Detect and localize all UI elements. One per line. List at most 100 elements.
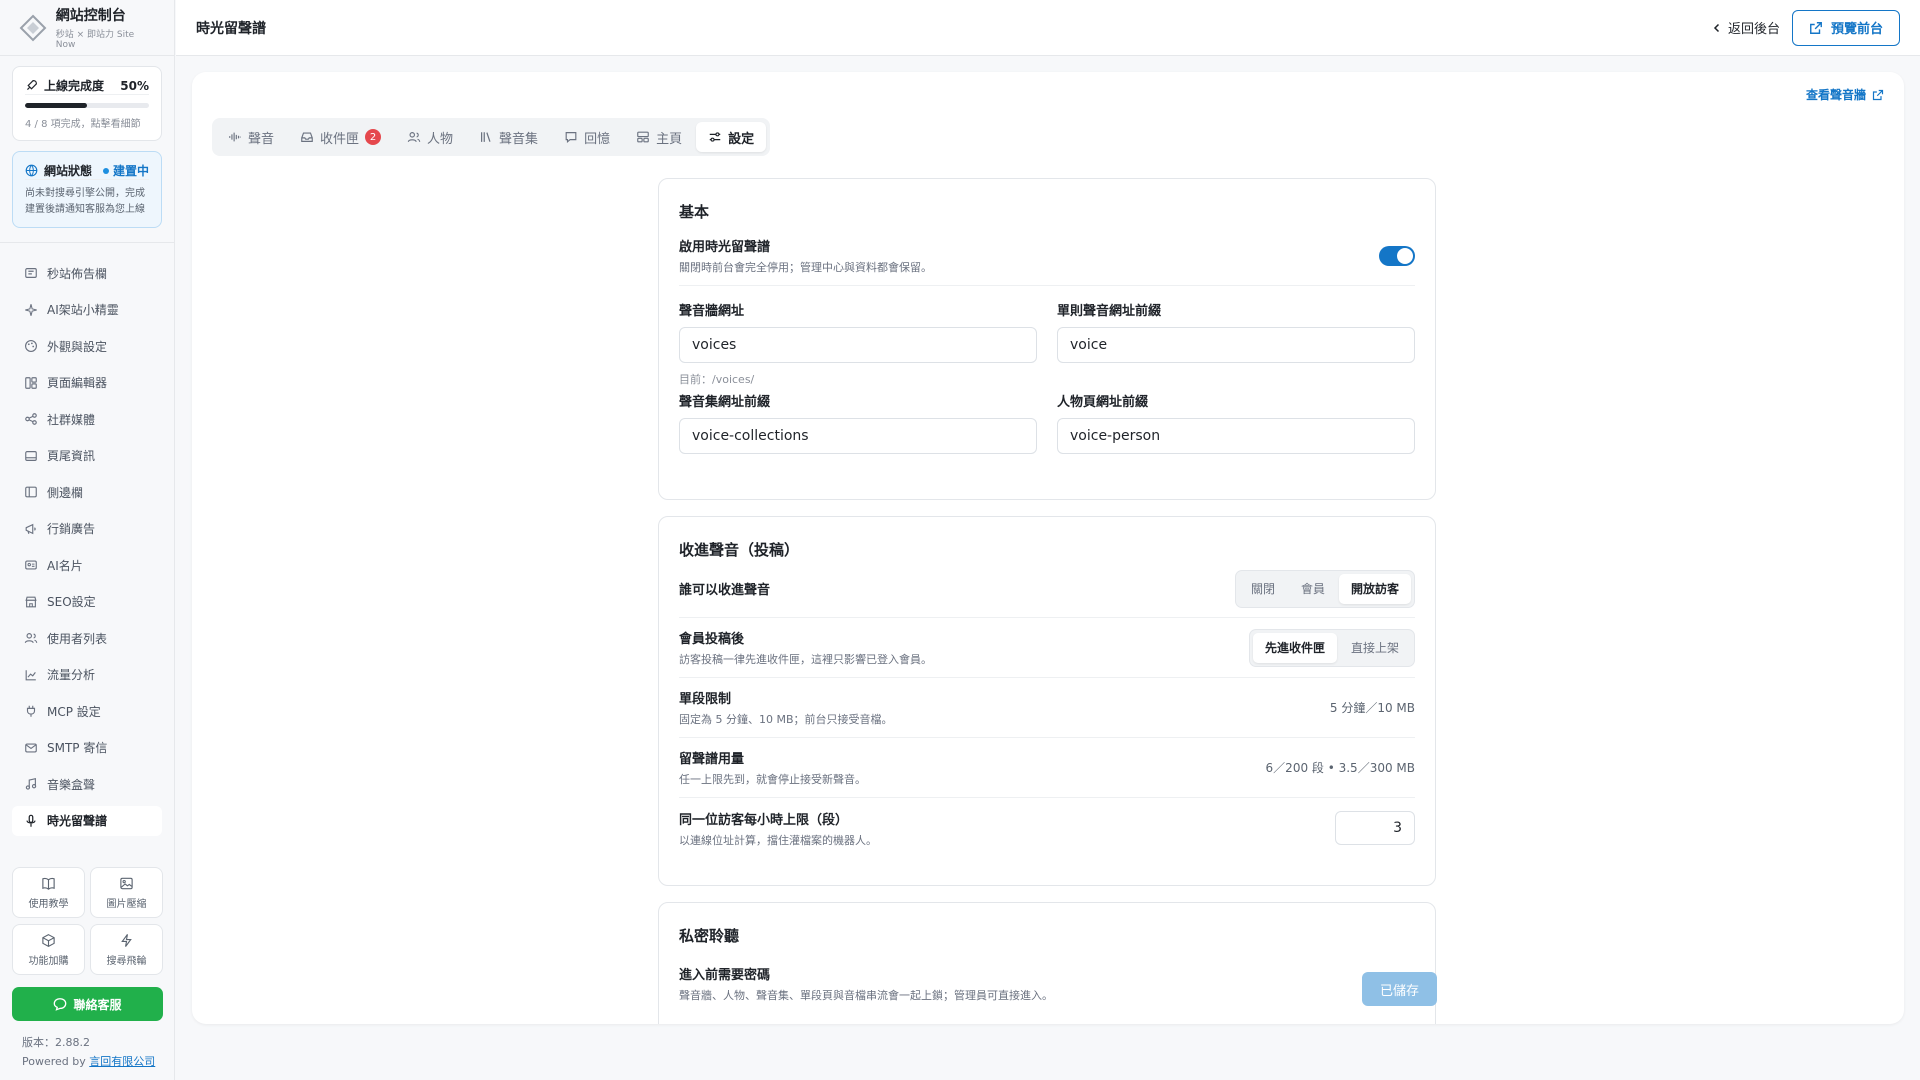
palette-icon bbox=[25, 340, 37, 353]
submission-section-title: 收進聲音（投稿） bbox=[679, 541, 800, 559]
chevron-left-icon bbox=[1713, 23, 1719, 32]
view-voice-wall-link[interactable]: 查看聲音牆 bbox=[1806, 86, 1884, 103]
segment-option[interactable]: 會員 bbox=[1289, 574, 1337, 604]
logo-icon bbox=[18, 13, 48, 43]
brand[interactable]: 網站控制台 秒站 × 即站力 Site Now bbox=[0, 0, 174, 56]
segment-option[interactable]: 開放訪客 bbox=[1338, 573, 1411, 604]
site-status-card[interactable]: 網站狀態 建置中 尚未對搜尋引擎公開，完成建置後請通知客服為您上線 bbox=[12, 151, 162, 228]
basic-section-title: 基本 bbox=[679, 203, 710, 221]
hourly-limit-input[interactable]: 3 bbox=[1335, 811, 1415, 845]
sidebar-item[interactable]: 頁尾資訊 bbox=[0, 438, 174, 475]
tab-bar: 聲音 收件匣 2 人物 聲音集 回憶 主頁 設定 bbox=[212, 118, 771, 156]
tab[interactable]: 聲音集 bbox=[467, 122, 550, 152]
after-desc: 訪客投稿一律先進收件匣，這裡只影響已登入會員。 bbox=[679, 653, 932, 666]
version-info: 版本：2.88.2 Powered by 言回有限公司 bbox=[22, 1034, 155, 1071]
collection-prefix-label: 聲音集網址前綴 bbox=[679, 395, 771, 410]
tab[interactable]: 回憶 bbox=[552, 122, 622, 152]
sidebar-item[interactable]: 側邊欄 bbox=[0, 474, 174, 511]
enable-label: 啟用時光留聲譜 bbox=[679, 240, 771, 255]
sidebar-item[interactable]: 秒站佈告欄 bbox=[0, 255, 174, 292]
tool-button[interactable]: 搜尋飛輪 bbox=[90, 924, 163, 975]
tab[interactable]: 收件匣 2 bbox=[288, 122, 393, 152]
tab[interactable]: 設定 bbox=[696, 122, 767, 152]
tool-button[interactable]: 使用教學 bbox=[12, 867, 85, 918]
collection-prefix-input[interactable]: voice-collections bbox=[679, 418, 1037, 454]
tab[interactable]: 聲音 bbox=[216, 122, 286, 152]
sidebar-item[interactable]: AI名片 bbox=[0, 547, 174, 584]
contact-support-button[interactable]: 聯絡客服 bbox=[12, 987, 163, 1021]
sidebar-item[interactable]: 行銷廣告 bbox=[0, 511, 174, 548]
wall-url-input[interactable]: voices bbox=[679, 327, 1037, 363]
sidebar-item[interactable]: 時光留聲譜 bbox=[12, 805, 162, 836]
save-button[interactable]: 已儲存 bbox=[1362, 972, 1437, 1006]
sidebar-item[interactable]: SEO設定 bbox=[0, 584, 174, 621]
sparkle-icon bbox=[25, 303, 37, 316]
sidebar-item-label: SMTP 寄信 bbox=[47, 741, 108, 756]
contact-label: 聯絡客服 bbox=[73, 997, 122, 1012]
plug-icon bbox=[26, 706, 36, 717]
back-to-admin-link[interactable]: 返回後台 bbox=[1712, 18, 1780, 37]
tool-button[interactable]: 圖片壓縮 bbox=[90, 867, 163, 918]
tab-label: 主頁 bbox=[656, 131, 683, 147]
segment-option[interactable]: 先進收件匣 bbox=[1252, 632, 1337, 663]
sidebar-item[interactable]: 音樂盒聲 bbox=[0, 766, 174, 803]
tab-label: 設定 bbox=[728, 131, 755, 147]
wall-url-label: 聲音牆網址 bbox=[679, 304, 745, 319]
sidebar-item[interactable]: 頁面編輯器 bbox=[0, 365, 174, 402]
progress-card[interactable]: 上線完成度 50% 4 / 8 項完成，點擊看細節 bbox=[12, 66, 162, 141]
sidebar-item[interactable]: 社群媒體 bbox=[0, 401, 174, 438]
segment-option[interactable]: 關閉 bbox=[1239, 574, 1287, 604]
sidebar-item[interactable]: 使用者列表 bbox=[0, 620, 174, 657]
sidebar-item-label: SEO設定 bbox=[47, 595, 96, 610]
tab[interactable]: 人物 bbox=[395, 122, 465, 152]
sidebar-item[interactable]: MCP 設定 bbox=[0, 693, 174, 730]
limit-value: 5 分鐘／10 MB bbox=[1329, 701, 1415, 715]
sidebar-item[interactable]: 流量分析 bbox=[0, 657, 174, 694]
users-icon bbox=[24, 633, 38, 644]
mail-icon bbox=[25, 743, 37, 753]
tab-label: 回憶 bbox=[584, 131, 611, 147]
top-header: 時光留聲譜 返回後台 預覽前台 bbox=[176, 0, 1920, 56]
bulletin-icon bbox=[25, 268, 37, 279]
status-badge: 建置中 bbox=[102, 162, 149, 179]
usage-value: 6／200 段 • 3.5／300 MB bbox=[1265, 761, 1415, 775]
tab[interactable]: 主頁 bbox=[624, 122, 694, 152]
tab-label: 收件匣 bbox=[320, 131, 360, 147]
company-link[interactable]: 言回有限公司 bbox=[89, 1055, 155, 1068]
who-row: 誰可以收進聲音 關閉 會員 開放訪客 bbox=[679, 560, 1415, 618]
tab-badge: 2 bbox=[365, 129, 382, 145]
sidebar-item[interactable]: 外觀與設定 bbox=[0, 328, 174, 365]
sidebar: 網站控制台 秒站 × 即站力 Site Now 上線完成度 50% 4 / 8 … bbox=[0, 0, 175, 1080]
share-icon bbox=[25, 413, 37, 426]
tool-label: 使用教學 bbox=[28, 898, 69, 910]
preview-frontend-button[interactable]: 預覽前台 bbox=[1791, 9, 1900, 46]
tab-label: 聲音 bbox=[248, 131, 275, 147]
sidebar-item[interactable]: SMTP 寄信 bbox=[0, 730, 174, 767]
powered-by: Powered by bbox=[22, 1054, 86, 1068]
submission-section: 收進聲音（投稿） 誰可以收進聲音 關閉 會員 開放訪客 會員投稿後 訪客投稿一律先進… bbox=[658, 516, 1436, 886]
chart-icon bbox=[25, 669, 36, 681]
limit-row: 單段限制 固定為 5 分鐘、10 MB；前台只接受音檔。 5 分鐘／10 MB bbox=[679, 678, 1415, 738]
sidebar-item[interactable]: AI架站小精靈 bbox=[0, 292, 174, 329]
person-prefix-input[interactable]: voice-person bbox=[1057, 418, 1415, 454]
sidebar-icon bbox=[25, 486, 37, 498]
tool-button[interactable]: 功能加購 bbox=[12, 924, 85, 975]
megaphone-icon bbox=[25, 523, 36, 535]
progress-percent: 50% bbox=[120, 78, 149, 93]
password-label: 進入前需要密碼 bbox=[679, 968, 771, 983]
brand-subtitle: 秒站 × 即站力 Site Now bbox=[55, 30, 135, 50]
after-row: 會員投稿後 訪客投稿一律先進收件匣，這裡只影響已登入會員。 先進收件匣 直接上架 bbox=[679, 618, 1415, 678]
sidebar-item-label: AI架站小精靈 bbox=[47, 303, 119, 318]
site-status-desc: 尚未對搜尋引擎公開，完成建置後請通知客服為您上線 bbox=[25, 188, 145, 215]
segment-option[interactable]: 直接上架 bbox=[1339, 633, 1411, 663]
enable-toggle[interactable] bbox=[1379, 245, 1415, 266]
sidebar-item-label: 頁面編輯器 bbox=[47, 376, 108, 391]
people-icon bbox=[407, 132, 421, 143]
music-icon bbox=[25, 778, 37, 790]
single-prefix-input[interactable]: voice bbox=[1057, 327, 1415, 363]
sidebar-item-label: AI名片 bbox=[47, 558, 83, 573]
enable-desc: 關閉時前台會完全停用；管理中心與資料都會保留。 bbox=[679, 261, 932, 274]
enable-row: 啟用時光留聲譜 關閉時前台會完全停用；管理中心與資料都會保留。 bbox=[679, 222, 1415, 286]
brand-title: 網站控制台 bbox=[55, 8, 126, 24]
chat-icon bbox=[565, 132, 577, 144]
